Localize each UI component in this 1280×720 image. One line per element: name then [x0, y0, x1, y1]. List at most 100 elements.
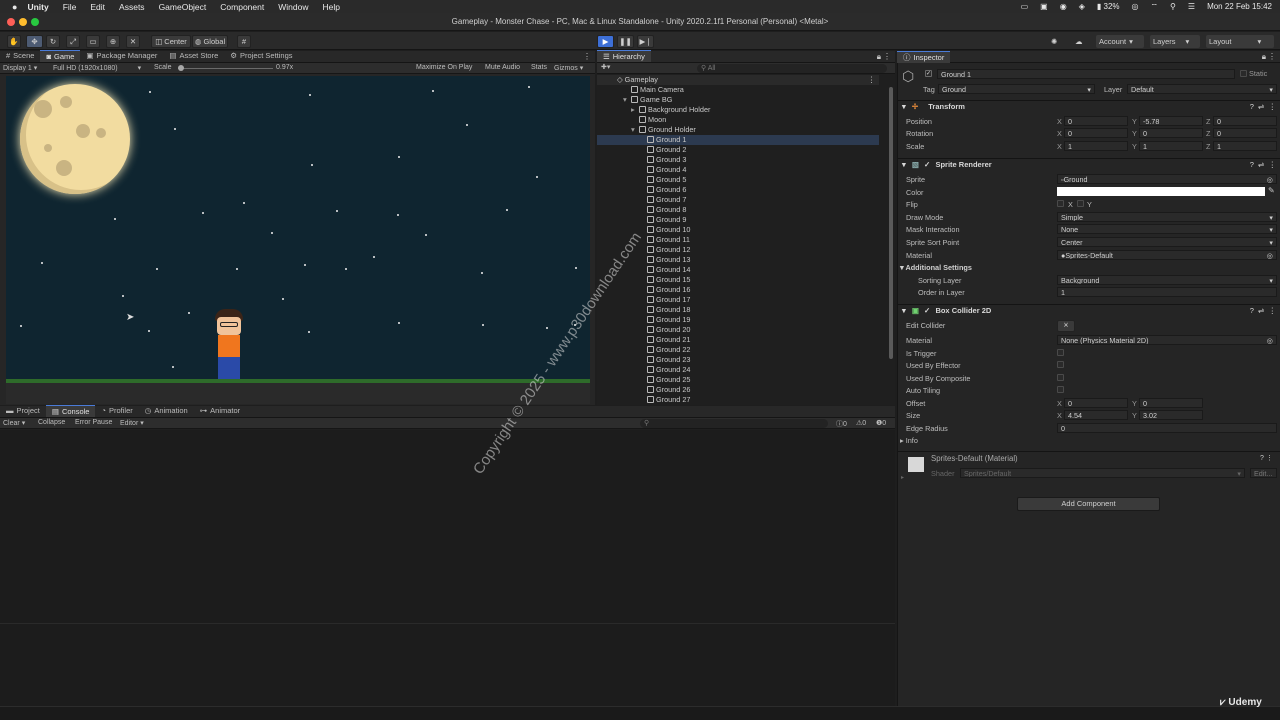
sprite-renderer-header[interactable]: ▾ ▧ ✓ Sprite Renderer ? ⇌ ⋮: [898, 158, 1280, 170]
edge-radius-field[interactable]: 0: [1057, 423, 1277, 433]
collab-button[interactable]: ✺: [1048, 35, 1060, 48]
console-detail-area[interactable]: [0, 624, 895, 706]
custom-tool-button[interactable]: ✕: [126, 35, 140, 48]
menu-window[interactable]: Window: [278, 2, 308, 12]
tag-dropdown[interactable]: Ground ▾: [938, 84, 1095, 94]
additional-settings-foldout[interactable]: ▾ Additional Settings: [900, 262, 972, 273]
hierarchy-item[interactable]: Ground 6: [597, 185, 879, 195]
hierarchy-item[interactable]: ▾ Ground Holder: [597, 125, 879, 135]
hierarchy-item[interactable]: Ground 25: [597, 375, 879, 385]
menu-app[interactable]: Unity: [27, 2, 48, 12]
hierarchy-item[interactable]: Ground 24: [597, 365, 879, 375]
rotation-x-field[interactable]: 0: [1064, 128, 1128, 138]
menubar-clock[interactable]: Mon 22 Feb 15:42: [1207, 2, 1272, 11]
component-actions[interactable]: ? ⇌ ⋮: [1250, 305, 1276, 317]
battery-status[interactable]: ▮ 32%: [1097, 2, 1120, 11]
enabled-check-icon[interactable]: ✓: [924, 160, 930, 169]
foldout-arrow-icon[interactable]: ▸: [631, 105, 639, 115]
hierarchy-item[interactable]: Ground 21: [597, 335, 879, 345]
object-name-field[interactable]: Ground 1: [937, 69, 1235, 79]
hierarchy-item[interactable]: Ground 2: [597, 145, 879, 155]
layer-dropdown[interactable]: Default ▾: [1127, 84, 1277, 94]
row-menu-icon[interactable]: ⋮: [868, 75, 875, 85]
hierarchy-item[interactable]: Ground 17: [597, 295, 879, 305]
menu-help[interactable]: Help: [322, 2, 339, 12]
add-component-button[interactable]: Add Component: [1017, 497, 1160, 511]
foldout-arrow-icon[interactable]: ▾: [623, 95, 631, 105]
display-dropdown[interactable]: Display 1 ▾: [3, 64, 37, 72]
game-canvas[interactable]: ➤: [6, 76, 590, 404]
create-dropdown[interactable]: ✚▾: [601, 63, 610, 71]
pause-button[interactable]: ❚❚: [617, 35, 634, 48]
spotlight-search-icon[interactable]: ⚲: [1170, 2, 1176, 11]
rotation-y-field[interactable]: 0: [1139, 128, 1203, 138]
hierarchy-item[interactable]: Ground 16: [597, 285, 879, 295]
grid-snap-button[interactable]: #: [237, 35, 251, 48]
hierarchy-search[interactable]: ⚲ All: [697, 64, 887, 73]
tab-scene[interactable]: # Scene: [0, 50, 40, 62]
static-toggle[interactable]: Static: [1240, 69, 1267, 78]
is-trigger-checkbox[interactable]: [1057, 349, 1064, 356]
hierarchy-item[interactable]: Ground 27: [597, 395, 879, 405]
hierarchy-scene-row[interactable]: ◇ Gameplay ⋮: [597, 75, 879, 85]
hierarchy-item[interactable]: Ground 19: [597, 315, 879, 325]
tab-animator[interactable]: ⊶ Animator: [194, 405, 247, 417]
sprite-sort-point-dropdown[interactable]: Center ▾: [1057, 237, 1277, 247]
editor-dropdown[interactable]: Editor ▾: [120, 419, 144, 427]
hierarchy-item[interactable]: Moon: [597, 115, 879, 125]
transform-header[interactable]: ▾ ✢ Transform ? ⇌ ⋮: [898, 100, 1280, 112]
hierarchy-item[interactable]: Main Camera: [597, 85, 879, 95]
share-icon[interactable]: ◈: [1079, 2, 1085, 11]
control-center-icon[interactable]: ☰: [1188, 2, 1195, 11]
scale-tool-button[interactable]: ⤢: [66, 35, 80, 48]
auto-tiling-checkbox[interactable]: [1057, 386, 1064, 393]
rotation-z-field[interactable]: 0: [1213, 128, 1277, 138]
mask-interaction-dropdown[interactable]: None ▾: [1057, 224, 1277, 234]
tab-animation[interactable]: ◷ Animation: [139, 405, 194, 417]
lock-icon[interactable]: 🔒︎: [877, 52, 881, 62]
tab-inspector[interactable]: ⓘ Inspector: [897, 51, 951, 63]
position-y-field[interactable]: -5.78: [1139, 116, 1203, 126]
panel-menu-icon[interactable]: ⋮: [1268, 52, 1276, 61]
edit-collider-button[interactable]: ⩙: [1057, 320, 1075, 332]
layers-dropdown[interactable]: Layers ▾: [1150, 35, 1200, 48]
sorting-layer-dropdown[interactable]: Background ▾: [1057, 275, 1277, 285]
close-window-button[interactable]: [7, 18, 15, 26]
pivot-center-button[interactable]: ◫ Center: [151, 35, 191, 48]
apple-icon[interactable]: ●: [12, 2, 17, 12]
lock-icon[interactable]: 🔒︎: [1262, 52, 1266, 62]
rect-tool-button[interactable]: ▭: [86, 35, 100, 48]
screen-icon[interactable]: ▭: [1021, 2, 1029, 11]
menu-component[interactable]: Component: [220, 2, 264, 12]
account-dropdown[interactable]: Account ▾: [1096, 35, 1144, 48]
static-checkbox[interactable]: [1240, 70, 1247, 77]
tab-game[interactable]: ◙ Game: [40, 50, 81, 62]
panel-menu-icon[interactable]: ⋮: [883, 52, 891, 61]
tab-profiler[interactable]: ◔ Profiler: [95, 405, 138, 417]
hand-tool-button[interactable]: ✋: [7, 35, 21, 48]
vpn-icon[interactable]: ◎: [1132, 2, 1139, 11]
collapse-toggle[interactable]: Collapse: [38, 419, 65, 426]
sprite-object-field[interactable]: ▫Ground ◎: [1057, 174, 1277, 184]
physics-material-field[interactable]: None (Physics Material 2D) ◎: [1057, 335, 1277, 345]
play-button[interactable]: ▶: [597, 35, 614, 48]
hierarchy-item[interactable]: Ground 4: [597, 165, 879, 175]
menu-assets[interactable]: Assets: [119, 2, 145, 12]
panel-menu-icon[interactable]: ⋮: [583, 52, 591, 61]
scale-z-field[interactable]: 1: [1213, 141, 1277, 151]
move-tool-button[interactable]: ✥: [26, 35, 43, 48]
gizmos-dropdown[interactable]: Gizmos ▾: [554, 64, 583, 72]
material-actions[interactable]: ? ⋮: [1260, 454, 1273, 462]
hierarchy-item[interactable]: ▾ Game BG: [597, 95, 879, 105]
hierarchy-item[interactable]: Ground 9: [597, 215, 879, 225]
foldout-arrow-icon[interactable]: ▾: [631, 125, 639, 135]
scale-y-field[interactable]: 1: [1139, 141, 1203, 151]
menu-gameobject[interactable]: GameObject: [159, 2, 207, 12]
flip-y-checkbox[interactable]: [1077, 200, 1084, 207]
object-picker-icon[interactable]: ◎: [1267, 336, 1273, 344]
transform-tool-button[interactable]: ⊕: [106, 35, 120, 48]
step-button[interactable]: ▶❘: [637, 35, 654, 48]
error-count-toggle[interactable]: ❶0: [876, 419, 886, 427]
used-by-effector-checkbox[interactable]: [1057, 361, 1064, 368]
console-log-area[interactable]: [0, 430, 895, 624]
